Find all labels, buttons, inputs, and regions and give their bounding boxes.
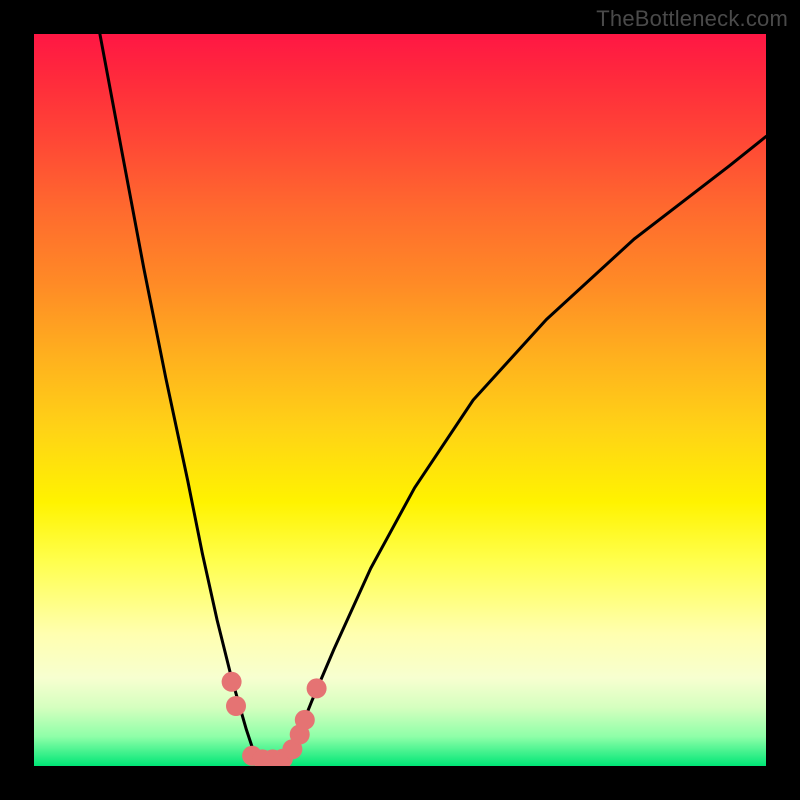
data-marker [295,710,315,730]
data-marker [226,696,246,716]
bottleneck-curve [100,34,766,766]
data-marker [307,678,327,698]
data-marker [222,672,242,692]
chart-frame: TheBottleneck.com [0,0,800,800]
watermark-text: TheBottleneck.com [596,6,788,32]
curve-layer [34,34,766,766]
